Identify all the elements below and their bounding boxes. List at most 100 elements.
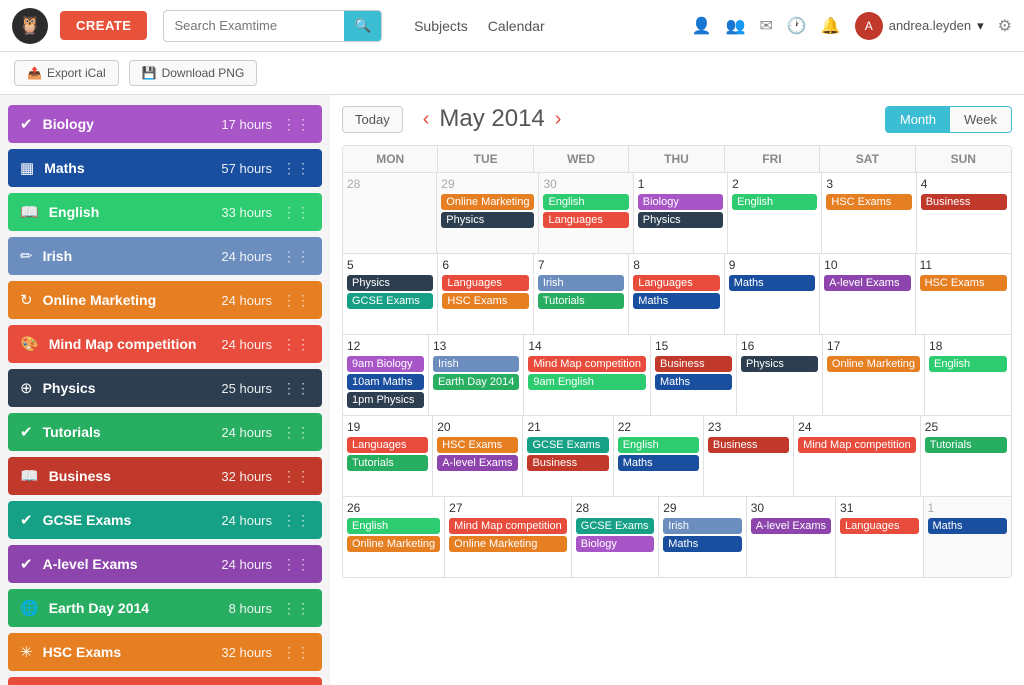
group-icon[interactable]: 👥 — [726, 16, 746, 36]
nav-subjects[interactable]: Subjects — [414, 18, 468, 34]
calendar-event[interactable]: A-level Exams — [437, 455, 518, 471]
calendar-event[interactable]: A-level Exams — [751, 518, 831, 534]
calendar-event[interactable]: HSC Exams — [826, 194, 911, 210]
calendar-cell[interactable]: 129am Biology10am Maths1pm Physics — [343, 335, 429, 415]
calendar-cell[interactable]: 28GCSE ExamsBiology — [572, 497, 659, 577]
calendar-event[interactable]: Maths — [633, 293, 719, 309]
calendar-event[interactable]: English — [347, 518, 440, 534]
calendar-event[interactable]: Irish — [663, 518, 741, 534]
calendar-cell[interactable]: 5PhysicsGCSE Exams — [343, 254, 438, 334]
calendar-cell[interactable]: 9Maths — [725, 254, 820, 334]
calendar-event[interactable]: Languages — [840, 518, 918, 534]
calendar-cell[interactable]: 1Maths — [924, 497, 1011, 577]
calendar-event[interactable]: Physics — [441, 212, 534, 228]
calendar-cell[interactable]: 31Languages — [836, 497, 923, 577]
calendar-cell[interactable]: 23Business — [704, 416, 794, 496]
calendar-cell[interactable]: 20HSC ExamsA-level Exams — [433, 416, 523, 496]
search-input[interactable] — [164, 12, 344, 39]
calendar-event[interactable]: Biology — [576, 536, 654, 552]
bell-icon[interactable]: 🔔 — [821, 16, 841, 36]
calendar-event[interactable]: 10am Maths — [347, 374, 424, 390]
sidebar-item-hsc-exams[interactable]: ✳ HSC Exams 32 hours ⋮⋮ — [8, 633, 322, 671]
calendar-event[interactable]: 9am Biology — [347, 356, 424, 372]
sidebar-item-gcse-exams[interactable]: ✔ GCSE Exams 24 hours ⋮⋮ — [8, 501, 322, 539]
calendar-event[interactable]: Irish — [433, 356, 519, 372]
calendar-event[interactable]: Business — [921, 194, 1007, 210]
calendar-cell[interactable]: 27Mind Map competitionOnline Marketing — [445, 497, 572, 577]
calendar-event[interactable]: Tutorials — [538, 293, 624, 309]
calendar-cell[interactable]: 3HSC Exams — [822, 173, 916, 253]
calendar-event[interactable]: GCSE Exams — [527, 437, 608, 453]
sidebar-item-tutorials[interactable]: ✔ Tutorials 24 hours ⋮⋮ — [8, 413, 322, 451]
calendar-event[interactable]: English — [618, 437, 699, 453]
calendar-cell[interactable]: 22EnglishMaths — [614, 416, 704, 496]
calendar-cell[interactable]: 30A-level Exams — [747, 497, 836, 577]
sidebar-item-maths[interactable]: ▦ Maths 57 hours ⋮⋮ — [8, 149, 322, 187]
calendar-event[interactable]: GCSE Exams — [347, 293, 433, 309]
calendar-event[interactable]: Maths — [663, 536, 741, 552]
calendar-cell[interactable]: 28 — [343, 173, 437, 253]
calendar-cell[interactable]: 16Physics — [737, 335, 823, 415]
calendar-event[interactable]: Physics — [741, 356, 818, 372]
calendar-event[interactable]: HSC Exams — [442, 293, 528, 309]
calendar-cell[interactable]: 18English — [925, 335, 1011, 415]
sidebar-item-english[interactable]: 📖 English 33 hours ⋮⋮ — [8, 193, 322, 231]
calendar-event[interactable]: English — [929, 356, 1007, 372]
calendar-event[interactable]: Maths — [928, 518, 1007, 534]
calendar-event[interactable]: Maths — [618, 455, 699, 471]
calendar-cell[interactable]: 1BiologyPhysics — [634, 173, 728, 253]
calendar-cell[interactable]: 29IrishMaths — [659, 497, 746, 577]
calendar-event[interactable]: Online Marketing — [449, 536, 567, 552]
clock-icon[interactable]: 🕐 — [787, 16, 807, 36]
sidebar-item-earth-day[interactable]: 🌐 Earth Day 2014 8 hours ⋮⋮ — [8, 589, 322, 627]
calendar-event[interactable]: Mind Map competition — [449, 518, 567, 534]
today-button[interactable]: Today — [342, 106, 403, 133]
calendar-event[interactable]: A-level Exams — [824, 275, 910, 291]
calendar-event[interactable]: English — [543, 194, 628, 210]
calendar-cell[interactable]: 17Online Marketing — [823, 335, 925, 415]
calendar-event[interactable]: Languages — [347, 437, 428, 453]
calendar-cell[interactable]: 13IrishEarth Day 2014 — [429, 335, 524, 415]
month-view-button[interactable]: Month — [886, 107, 950, 132]
calendar-cell[interactable]: 19LanguagesTutorials — [343, 416, 433, 496]
calendar-cell[interactable]: 25Tutorials — [921, 416, 1011, 496]
calendar-cell[interactable]: 29Online MarketingPhysics — [437, 173, 539, 253]
sidebar-item-biology[interactable]: ✔ Biology 17 hours ⋮⋮ — [8, 105, 322, 143]
calendar-cell[interactable]: 14Mind Map competition9am English — [524, 335, 651, 415]
calendar-event[interactable]: Languages — [543, 212, 628, 228]
calendar-event[interactable]: Maths — [655, 374, 732, 390]
calendar-event[interactable]: Online Marketing — [827, 356, 920, 372]
calendar-cell[interactable]: 10A-level Exams — [820, 254, 915, 334]
calendar-event[interactable]: Physics — [347, 275, 433, 291]
calendar-event[interactable]: Biology — [638, 194, 723, 210]
calendar-event[interactable]: Languages — [442, 275, 528, 291]
calendar-event[interactable]: Tutorials — [347, 455, 428, 471]
calendar-cell[interactable]: 8LanguagesMaths — [629, 254, 724, 334]
calendar-cell[interactable]: 26EnglishOnline Marketing — [343, 497, 445, 577]
export-ical-button[interactable]: 📤 Export iCal — [14, 60, 119, 86]
download-png-button[interactable]: 💾 Download PNG — [129, 60, 258, 86]
profile-icon[interactable]: 👤 — [692, 16, 712, 36]
calendar-event[interactable]: Languages — [633, 275, 719, 291]
calendar-event[interactable]: Business — [708, 437, 789, 453]
calendar-cell[interactable]: 24Mind Map competition — [794, 416, 921, 496]
gear-icon[interactable]: ⚙ — [998, 16, 1012, 36]
sidebar-item-mind-map[interactable]: 🎨 Mind Map competition 24 hours ⋮⋮ — [8, 325, 322, 363]
calendar-event[interactable]: 1pm Physics — [347, 392, 424, 408]
calendar-event[interactable]: Earth Day 2014 — [433, 374, 519, 390]
calendar-event[interactable]: HSC Exams — [437, 437, 518, 453]
calendar-event[interactable]: Mind Map competition — [798, 437, 916, 453]
calendar-event[interactable]: Tutorials — [925, 437, 1007, 453]
calendar-cell[interactable]: 15BusinessMaths — [651, 335, 737, 415]
calendar-event[interactable]: Business — [655, 356, 732, 372]
calendar-cell[interactable]: 4Business — [917, 173, 1011, 253]
create-button[interactable]: CREATE — [60, 11, 147, 40]
user-area[interactable]: A andrea.leyden ▾ — [855, 12, 984, 40]
calendar-event[interactable]: Business — [527, 455, 608, 471]
week-view-button[interactable]: Week — [950, 107, 1011, 132]
search-button[interactable]: 🔍 — [344, 11, 381, 41]
calendar-event[interactable]: Mind Map competition — [528, 356, 646, 372]
calendar-event[interactable]: Online Marketing — [347, 536, 440, 552]
sidebar-item-a-level-exams[interactable]: ✔ A-level Exams 24 hours ⋮⋮ — [8, 545, 322, 583]
calendar-event[interactable]: HSC Exams — [920, 275, 1007, 291]
